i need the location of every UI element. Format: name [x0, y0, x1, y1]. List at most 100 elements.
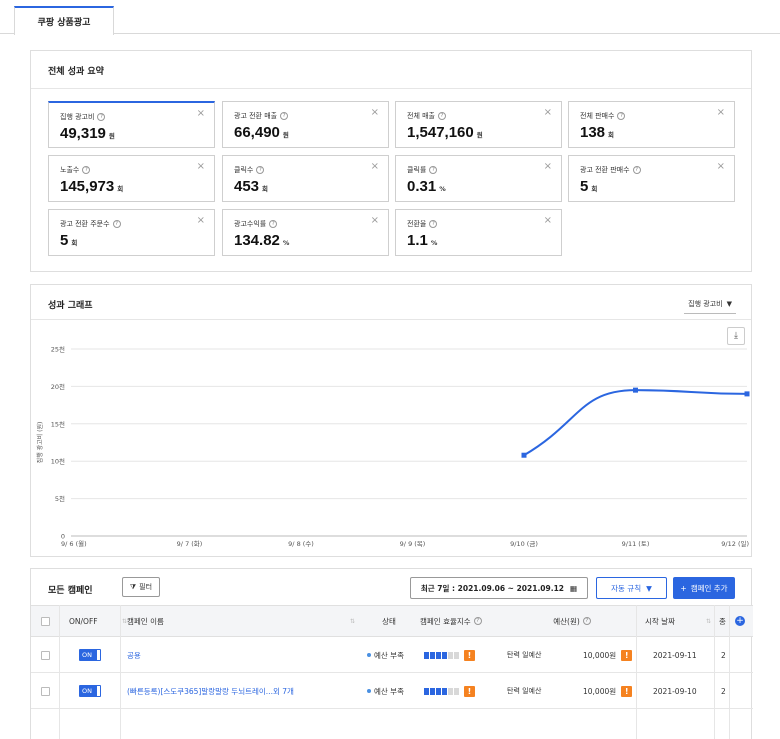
graph-panel: 성과 그래프 집행 광고비 ▼ ⤓ 0 5천 10천 15천 20천 25천 집행 광고비 …	[30, 284, 752, 557]
x-tick-label: 9/ 9 (목)	[400, 540, 426, 548]
help-icon[interactable]: ?	[256, 166, 265, 174]
metric-card-label: 클릭수?	[234, 165, 265, 175]
x-tick-label: 9/ 6 (월)	[61, 539, 87, 548]
metric-value-number: 138	[580, 124, 606, 141]
metric-value-unit: 회	[591, 185, 598, 193]
metric-value-number: 134.82	[234, 232, 280, 249]
campaigns-title: 모든 캠페인	[48, 586, 93, 596]
budget-cell: 10,000원!	[583, 673, 633, 709]
metric-card[interactable]: 노출수? × 145,973 회	[48, 155, 215, 202]
close-icon[interactable]: ×	[544, 215, 552, 226]
close-icon[interactable]: ×	[371, 107, 379, 118]
metric-card[interactable]: 전체 매출? × 1,547,160 원	[395, 101, 562, 148]
metric-card-value: 134.82%	[234, 232, 289, 249]
calendar-icon: ▦	[570, 583, 578, 593]
help-icon[interactable]: ?	[269, 220, 278, 228]
column-efficiency: 캠페인 효율지수 ?	[420, 606, 502, 636]
help-icon[interactable]: ?	[632, 166, 641, 174]
metric-card-label: 노출수?	[60, 165, 91, 175]
onoff-toggle[interactable]: ON	[79, 637, 101, 673]
column-onoff[interactable]: ON/OFF ⇅	[69, 606, 127, 636]
metric-card-value: 1.1%	[407, 232, 437, 249]
help-icon[interactable]: ?	[473, 617, 482, 625]
close-icon[interactable]: ×	[717, 161, 725, 172]
column-name[interactable]: 캠페인 이름 ⇅	[127, 606, 355, 636]
help-icon[interactable]: ?	[82, 166, 91, 174]
metric-card[interactable]: 집행 광고비? × 49,319 원	[48, 101, 215, 148]
budget-amount: 10,000원	[583, 650, 617, 660]
tab-coupang-product-ads[interactable]: 쿠팡 상품광고	[14, 6, 114, 35]
onoff-toggle[interactable]: ON	[79, 673, 101, 709]
start-date: 2021-09-11	[653, 650, 697, 660]
close-icon[interactable]: ×	[371, 161, 379, 172]
help-icon[interactable]: ?	[280, 112, 289, 120]
table-row[interactable]: ON (빠른등록)[스도쿠365]말랑말랑 두뇌트레이...외 7개 예산 부족! 탄…	[31, 673, 753, 709]
budget-type: 탄력 일예산	[507, 687, 542, 695]
help-icon[interactable]: ?	[429, 166, 438, 174]
close-icon[interactable]: ×	[371, 215, 379, 226]
metric-card-value: 453 회	[234, 178, 268, 195]
close-icon[interactable]: ×	[544, 107, 552, 118]
column-end-label: 종	[719, 616, 726, 626]
metric-value-number: 5	[580, 178, 589, 195]
campaign-name-link[interactable]: (빠른등록)[스도쿠365]말랑말랑 두뇌트레이...외 7개	[127, 673, 294, 709]
help-icon[interactable]: ?	[429, 220, 438, 228]
close-icon[interactable]: ×	[717, 107, 725, 118]
metric-card-label-text: 전체 판매수	[580, 112, 615, 120]
warning-icon[interactable]: !	[621, 685, 633, 697]
help-icon[interactable]: ?	[582, 617, 591, 625]
x-tick-label: 9/ 7 (화)	[177, 540, 203, 548]
toggle-label: ON	[79, 685, 101, 697]
metric-card-value: 5회	[580, 178, 597, 195]
metric-card-label: 전환율?	[407, 219, 438, 229]
x-tick-label: 9/10 (금)	[510, 540, 538, 548]
metric-card-label: 클릭률?	[407, 165, 438, 175]
auto-rule-button[interactable]: 자동 규칙 ▼	[596, 577, 667, 599]
metric-card[interactable]: 클릭수? × 453 회	[222, 155, 389, 202]
metric-card-value: 66,490 원	[234, 124, 289, 141]
metric-card[interactable]: 광고 전환 주문수? × 5 회	[48, 209, 215, 256]
metric-card[interactable]: 전환율? × 1.1%	[395, 209, 562, 256]
metric-card[interactable]: 광고 전환 판매수? × 5 회	[568, 155, 735, 202]
efficiency-cell: !	[424, 637, 475, 673]
close-icon[interactable]: ×	[197, 108, 205, 119]
metric-card[interactable]: 광고수익률? × 134.82%	[222, 209, 389, 256]
metric-card-value: 5회	[60, 232, 77, 249]
toggle-label: ON	[79, 649, 101, 661]
campaign-name-link[interactable]: 공용	[127, 637, 141, 673]
column-onoff-label: ON/OFF	[69, 616, 98, 626]
column-start-date[interactable]: 시작 날짜 ⇅	[645, 606, 711, 636]
help-icon[interactable]: ?	[617, 112, 626, 120]
y-tick-label: 20천	[51, 382, 65, 391]
help-icon[interactable]: ?	[438, 112, 446, 120]
metric-card-value: 49,319 원	[60, 125, 115, 142]
metric-value-unit: 회	[608, 131, 615, 139]
metric-card-value: 1,547,160 원	[407, 124, 483, 141]
column-status: 상태	[359, 606, 419, 636]
row-checkbox[interactable]	[41, 673, 50, 709]
close-icon[interactable]: ×	[197, 215, 205, 226]
metric-card[interactable]: 광고 전환 매출? × 66,490 원	[222, 101, 389, 148]
column-settings-button[interactable]: +	[735, 606, 745, 636]
warning-icon[interactable]: !	[464, 685, 475, 697]
table-row[interactable]: ON 공용 예산 부족! 탄력 일예산 10,000원! 2021-09-11 2	[31, 637, 753, 673]
row-checkbox[interactable]	[41, 637, 50, 673]
filter-button[interactable]: ⧩ 필터	[122, 577, 160, 597]
close-icon[interactable]: ×	[544, 161, 552, 172]
close-icon[interactable]: ×	[197, 161, 205, 172]
help-icon[interactable]: ?	[97, 113, 106, 121]
tab-bar: 쿠팡 상품광고	[0, 0, 780, 35]
warning-icon[interactable]: !	[621, 649, 633, 661]
metric-select[interactable]: 집행 광고비 ▼	[684, 294, 736, 314]
metric-card[interactable]: 전체 판매수? × 138 회	[568, 101, 735, 148]
warning-icon[interactable]: !	[464, 649, 475, 661]
metric-card-label-text: 광고 전환 매출	[234, 112, 278, 120]
metric-card[interactable]: 클릭률? × 0.31%	[395, 155, 562, 202]
data-point	[521, 452, 527, 458]
select-all-checkbox[interactable]	[41, 606, 50, 636]
date-range-picker[interactable]: 최근 7일 : 2021.09.06 ~ 2021.09.12 ▦	[410, 577, 588, 599]
help-icon[interactable]: ?	[112, 220, 121, 228]
add-campaign-button[interactable]: + 캠페인 추가	[673, 577, 735, 599]
start-date: 2021-09-10	[653, 686, 697, 696]
plus-icon: +	[680, 583, 687, 593]
